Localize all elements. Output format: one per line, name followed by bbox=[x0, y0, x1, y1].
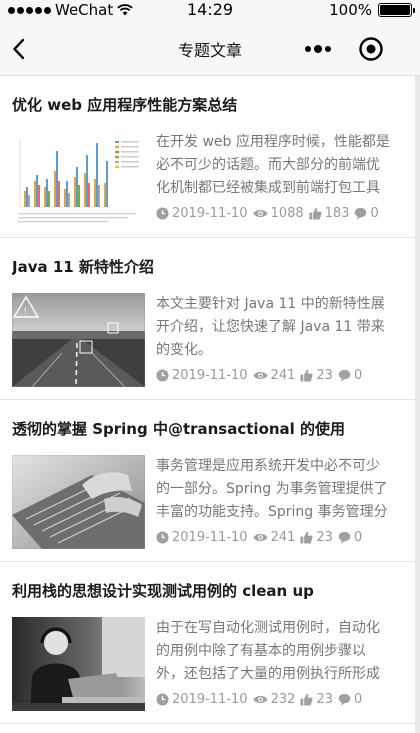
view-count: 241 bbox=[270, 530, 296, 545]
road-hud-thumbnail[interactable]: ! bbox=[12, 293, 145, 387]
keyboard-hands-thumbnail[interactable] bbox=[12, 455, 145, 549]
comment-count: 0 bbox=[353, 692, 363, 707]
article-meta: 2019-11-10 241 23 0 bbox=[156, 368, 367, 383]
view-count: 241 bbox=[270, 368, 296, 383]
status-bar: WeChat 14:29 100% bbox=[0, 0, 420, 20]
publish-date: 2019-11-10 bbox=[172, 206, 248, 221]
bar-chart-thumbnail[interactable] bbox=[12, 131, 145, 225]
battery-group: 100% bbox=[329, 1, 415, 19]
like-count: 23 bbox=[316, 530, 333, 545]
article-meta: 2019-11-10 1088 183 0 bbox=[156, 206, 384, 221]
person-laptop-thumbnail[interactable] bbox=[12, 617, 145, 711]
view-count: 1088 bbox=[270, 206, 304, 221]
mini-program-capsule bbox=[296, 33, 396, 65]
thumbs-up-icon bbox=[300, 531, 314, 544]
article-meta: 2019-11-10 232 23 0 bbox=[156, 692, 367, 707]
article-summary: 在开发 web 应用程序时候，性能都是必不可少的话题。而大部分的前端优化机制都已… bbox=[156, 134, 390, 196]
article-summary: 本文主要针对 Java 11 中的新特性展开介绍，让您快速了解 Java 11 … bbox=[156, 296, 385, 358]
comment-icon bbox=[338, 531, 351, 544]
battery-percent: 100% bbox=[329, 1, 372, 19]
article-title[interactable]: Java 11 新特性介绍 bbox=[12, 256, 407, 277]
svg-text:!: ! bbox=[24, 306, 27, 316]
eye-icon bbox=[253, 209, 268, 218]
thumbs-up-icon bbox=[300, 369, 314, 382]
battery-icon bbox=[378, 3, 415, 17]
article-summary: 事务管理是应用系统开发中必不可少的一部分。Spring 为事务管理提供了丰富的功… bbox=[156, 458, 388, 520]
view-count: 232 bbox=[270, 692, 296, 707]
article-summary: 由于在写自动化测试用例时，自动化的用例中除了有基本的用例步骤以外，还包括了大量的… bbox=[156, 620, 380, 682]
publish-date: 2019-11-10 bbox=[172, 530, 248, 545]
comment-icon bbox=[355, 207, 367, 220]
clock-icon bbox=[156, 369, 169, 382]
eye-icon bbox=[253, 371, 268, 380]
article-title[interactable]: 优化 web 应用程序性能方案总结 bbox=[12, 94, 407, 115]
clock-icon bbox=[156, 531, 169, 544]
eye-icon bbox=[253, 695, 268, 704]
article-list: 优化 web 应用程序性能方案总结 在开发 web 应用程序时候，性能都是必不可… bbox=[0, 76, 415, 724]
eye-icon bbox=[253, 533, 268, 542]
article-card[interactable]: Java 11 新特性介绍 ! 本文主要针对 Java 11 中的新特性展开介绍… bbox=[0, 238, 415, 400]
nav-bar: 专题文章 bbox=[0, 20, 420, 76]
clock-icon bbox=[156, 693, 169, 706]
comment-count: 0 bbox=[370, 206, 379, 221]
like-count: 23 bbox=[316, 692, 333, 707]
article-card[interactable]: 利用栈的思想设计实现测试用例的 clean up 由于在写自动化测试用例时，自动… bbox=[0, 562, 415, 724]
comment-count: 0 bbox=[353, 530, 363, 545]
article-title[interactable]: 利用栈的思想设计实现测试用例的 clean up bbox=[12, 580, 407, 601]
scrollbar[interactable] bbox=[415, 76, 420, 733]
close-target-icon[interactable] bbox=[358, 36, 384, 62]
thumbs-up-icon bbox=[309, 207, 322, 220]
article-card[interactable]: 优化 web 应用程序性能方案总结 在开发 web 应用程序时候，性能都是必不可… bbox=[0, 76, 415, 238]
comment-icon bbox=[338, 369, 351, 382]
more-options-icon[interactable] bbox=[296, 33, 340, 65]
like-count: 183 bbox=[324, 206, 350, 221]
article-title[interactable]: 透彻的掌握 Spring 中@transactional 的使用 bbox=[12, 418, 407, 439]
like-count: 23 bbox=[316, 368, 333, 383]
article-meta: 2019-11-10 241 23 0 bbox=[156, 530, 367, 545]
publish-date: 2019-11-10 bbox=[172, 368, 248, 383]
article-card[interactable]: 透彻的掌握 Spring 中@transactional 的使用 事务管理是应用… bbox=[0, 400, 415, 562]
publish-date: 2019-11-10 bbox=[172, 692, 248, 707]
comment-count: 0 bbox=[353, 368, 363, 383]
comment-icon bbox=[338, 693, 351, 706]
thumbs-up-icon bbox=[300, 693, 314, 706]
clock-icon bbox=[156, 207, 169, 220]
